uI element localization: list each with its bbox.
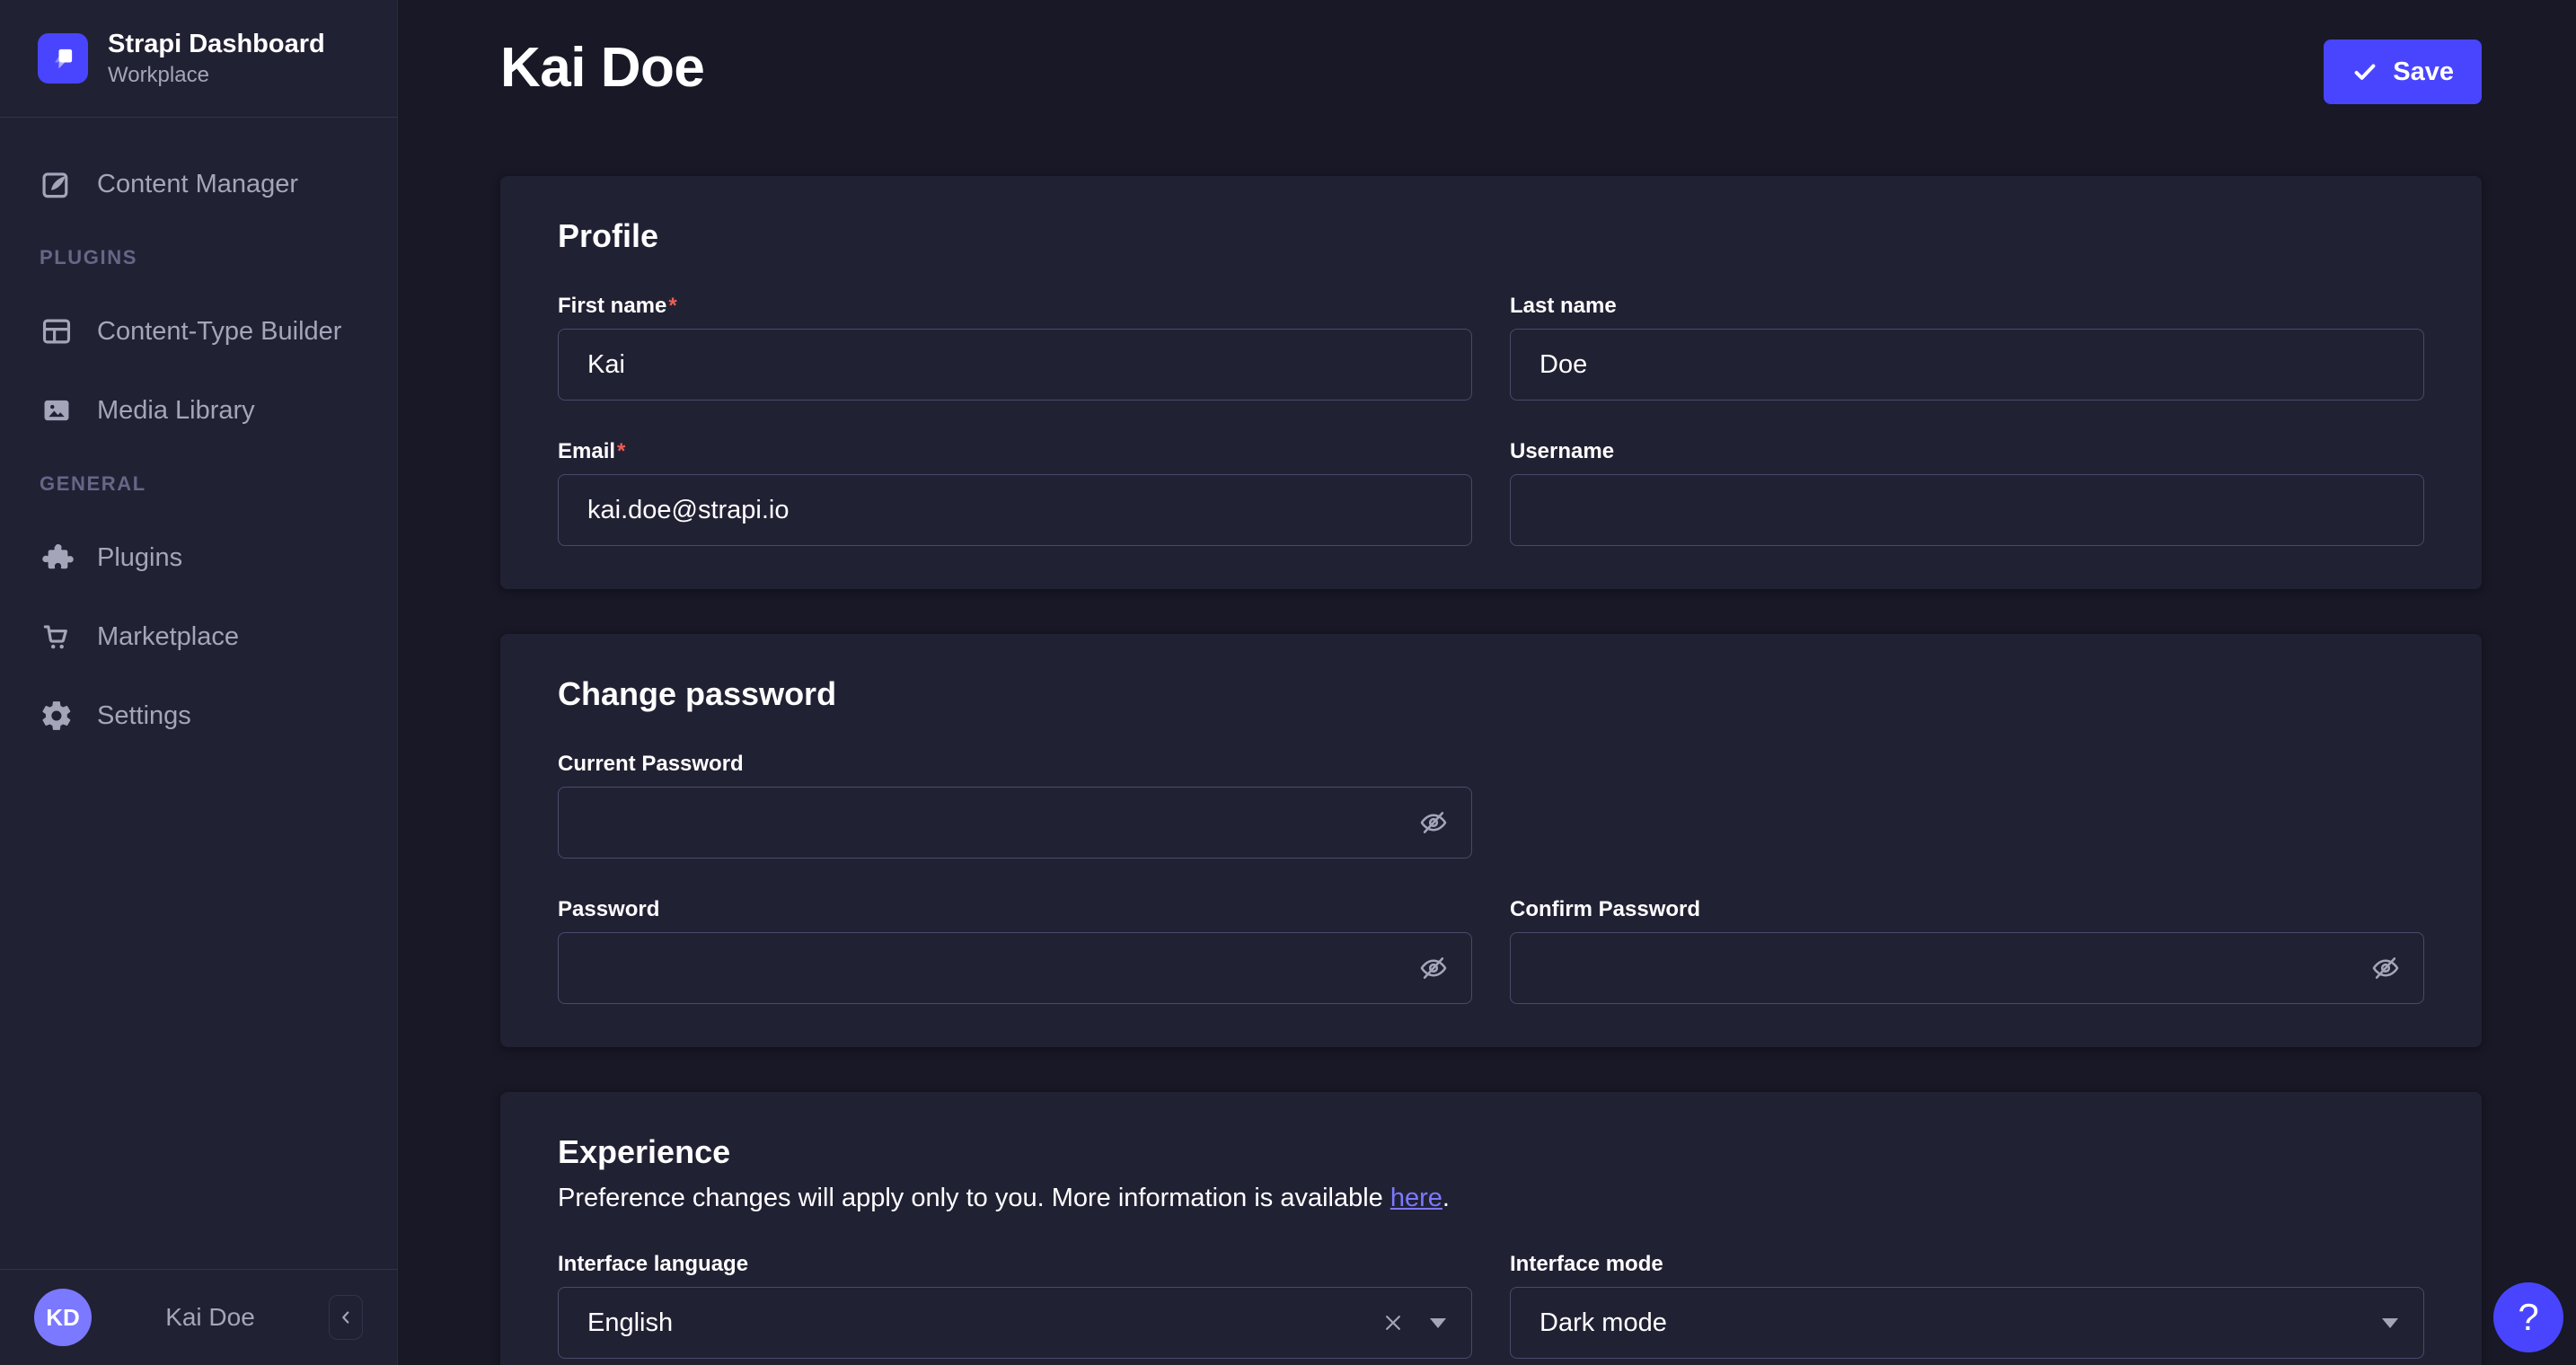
current-password-label: Current Password: [558, 751, 1472, 778]
toggle-password-visibility-button[interactable]: [1415, 949, 1452, 987]
more-information-link[interactable]: here: [1390, 1184, 1442, 1212]
check-icon: [2351, 58, 2378, 85]
experience-fields: Interface language English This will onl…: [558, 1251, 2424, 1365]
interface-language-select[interactable]: English: [558, 1287, 1472, 1359]
workspace-plan: Workplace: [108, 63, 325, 88]
interface-mode-label: Interface mode: [1510, 1251, 2424, 1278]
interface-mode-select[interactable]: Dark mode: [1510, 1287, 2424, 1359]
sidebar-item-label: Media Library: [97, 396, 255, 426]
content-manager-icon: [40, 167, 74, 201]
sidebar: Strapi Dashboard Workplace Content Manag…: [0, 0, 398, 1365]
username-label: Username: [1510, 438, 2424, 465]
new-password-field: Password: [558, 896, 1472, 1004]
avatar: KD: [34, 1289, 92, 1346]
profile-card-title: Profile: [558, 217, 2424, 255]
sidebar-item-label: Content Manager: [97, 170, 298, 199]
confirm-password-input[interactable]: [1510, 932, 2424, 1004]
media-library-icon: [40, 393, 74, 427]
interface-mode-value: Dark mode: [1539, 1308, 1667, 1338]
sidebar-nav: Content Manager PLUGINS Content-Type Bui…: [0, 118, 397, 1269]
page-header: Kai Doe Save: [500, 36, 2482, 176]
interface-language-label: Interface language: [558, 1251, 1472, 1278]
new-password-input[interactable]: [558, 932, 1472, 1004]
sidebar-item-label: Plugins: [97, 543, 182, 573]
content-type-builder-icon: [40, 314, 74, 348]
workspace-name: Strapi Dashboard: [108, 30, 325, 59]
username-field: Username: [1510, 438, 2424, 546]
email-field: Email*: [558, 438, 1472, 546]
clear-x-icon: [1380, 1309, 1407, 1336]
current-password-input[interactable]: [558, 787, 1472, 859]
sidebar-user-name: Kai Doe: [106, 1303, 314, 1332]
caret-down-icon: [2382, 1318, 2398, 1328]
collapse-sidebar-button[interactable]: [329, 1295, 363, 1340]
clear-language-button[interactable]: [1378, 1308, 1408, 1338]
main-content: Kai Doe Save Profile First name* Last na…: [398, 0, 2576, 1365]
sidebar-user-footer: KD Kai Doe: [0, 1269, 397, 1365]
sidebar-item-label: Marketplace: [97, 622, 239, 652]
first-name-label: First name*: [558, 293, 1472, 320]
interface-language-value: English: [587, 1308, 673, 1338]
last-name-field: Last name: [1510, 293, 2424, 401]
first-name-input[interactable]: [558, 329, 1472, 401]
first-name-field: First name*: [558, 293, 1472, 401]
profile-card: Profile First name* Last name Email* Use…: [500, 176, 2482, 589]
profile-fields: First name* Last name Email* Username: [558, 293, 2424, 546]
settings-icon: [40, 699, 74, 733]
sidebar-item-marketplace[interactable]: Marketplace: [0, 597, 397, 676]
required-mark: *: [668, 294, 676, 318]
confirm-password-field: Confirm Password: [1510, 896, 2424, 1004]
save-button-label: Save: [2393, 57, 2454, 87]
experience-description: Preference changes will apply only to yo…: [558, 1184, 2424, 1213]
eye-off-icon: [1418, 953, 1449, 983]
interface-language-field: Interface language English This will onl…: [558, 1251, 1472, 1365]
workspace-text: Strapi Dashboard Workplace: [108, 30, 325, 88]
sidebar-section-plugins: PLUGINS: [0, 224, 397, 292]
caret-down-icon: [1430, 1318, 1446, 1328]
sidebar-item-plugins[interactable]: Plugins: [0, 518, 397, 597]
strapi-logo-icon: [38, 33, 88, 84]
toggle-password-visibility-button[interactable]: [2367, 949, 2404, 987]
page-title: Kai Doe: [500, 36, 704, 100]
plugins-icon: [40, 541, 74, 575]
sidebar-section-general: GENERAL: [0, 450, 397, 518]
required-mark: *: [617, 439, 625, 463]
sidebar-item-content-manager[interactable]: Content Manager: [0, 145, 397, 224]
sidebar-item-content-type-builder[interactable]: Content-Type Builder: [0, 292, 397, 371]
interface-mode-field: Interface mode Dark mode Displays your i…: [1510, 1251, 2424, 1365]
help-button[interactable]: ?: [2493, 1282, 2563, 1352]
email-input[interactable]: [558, 474, 1472, 546]
password-fields: Current Password Password: [558, 751, 2424, 1004]
confirm-password-label: Confirm Password: [1510, 896, 2424, 923]
sidebar-item-media-library[interactable]: Media Library: [0, 371, 397, 450]
sidebar-item-settings[interactable]: Settings: [0, 676, 397, 755]
sidebar-item-label: Settings: [97, 701, 191, 731]
last-name-input[interactable]: [1510, 329, 2424, 401]
save-button[interactable]: Save: [2324, 40, 2482, 104]
change-password-card: Change password Current Password Passwor…: [500, 634, 2482, 1047]
change-password-title: Change password: [558, 675, 2424, 713]
password-grid-spacer: [1510, 751, 2424, 859]
current-password-field: Current Password: [558, 751, 1472, 859]
new-password-label: Password: [558, 896, 1472, 923]
email-label: Email*: [558, 438, 1472, 465]
workspace-header[interactable]: Strapi Dashboard Workplace: [0, 0, 397, 118]
experience-card: Experience Preference changes will apply…: [500, 1092, 2482, 1365]
sidebar-item-label: Content-Type Builder: [97, 317, 341, 347]
eye-off-icon: [2370, 953, 2401, 983]
experience-card-title: Experience: [558, 1133, 2424, 1171]
chevron-left-icon: [336, 1308, 356, 1327]
marketplace-icon: [40, 620, 74, 654]
toggle-password-visibility-button[interactable]: [1415, 804, 1452, 841]
last-name-label: Last name: [1510, 293, 2424, 320]
eye-off-icon: [1418, 807, 1449, 838]
username-input[interactable]: [1510, 474, 2424, 546]
